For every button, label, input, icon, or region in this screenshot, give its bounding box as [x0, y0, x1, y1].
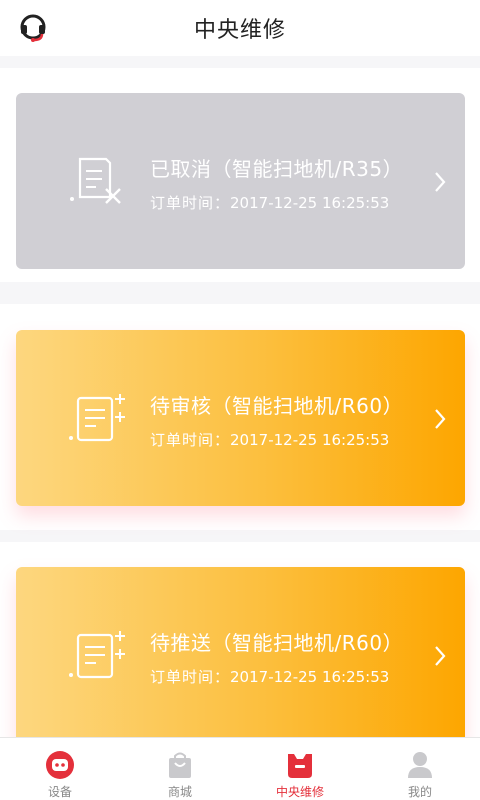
bottom-tab-bar: 设备 商城 中央维修 我的	[0, 737, 480, 800]
tab-mine[interactable]: 我的	[360, 738, 480, 800]
user-icon	[408, 752, 432, 778]
order-status: 待审核（智能扫地机/R60）	[150, 394, 404, 418]
tab-label: 我的	[407, 785, 432, 799]
app-header: 中央维修	[0, 0, 480, 56]
order-info: 已取消（智能扫地机/R35） 订单时间：2017-12-25 16:25:53	[150, 153, 403, 213]
chevron-right-icon	[435, 409, 446, 429]
shopping-bag-icon	[169, 752, 191, 778]
document-plus-icon	[69, 631, 125, 679]
document-x-icon	[70, 157, 121, 204]
tab-label: 商城	[167, 785, 192, 799]
chevron-right-icon	[435, 172, 446, 192]
order-card[interactable]: 待审核（智能扫地机/R60） 订单时间：2017-12-25 16:25:53	[16, 330, 465, 506]
order-time: 订单时间：2017-12-25 16:25:53	[150, 668, 390, 686]
repair-icon	[288, 754, 312, 778]
order-time: 订单时间：2017-12-25 16:25:53	[150, 194, 390, 212]
tab-label: 设备	[47, 785, 72, 799]
order-status: 待推送（智能扫地机/R60）	[150, 631, 404, 655]
tab-store[interactable]: 商城	[120, 738, 240, 800]
tab-central-repair[interactable]: 中央维修	[240, 738, 360, 800]
document-plus-icon	[69, 394, 125, 442]
order-card[interactable]: 待推送（智能扫地机/R60） 订单时间：2017-12-25 16:25:53	[16, 567, 465, 743]
order-info: 待审核（智能扫地机/R60） 订单时间：2017-12-25 16:25:53	[150, 390, 403, 450]
robot-icon	[46, 751, 74, 779]
tab-label: 中央维修	[275, 785, 324, 799]
headset-icon[interactable]	[18, 13, 48, 43]
chevron-right-icon	[435, 646, 446, 666]
order-card[interactable]: 已取消（智能扫地机/R35） 订单时间：2017-12-25 16:25:53	[16, 93, 465, 269]
order-time: 订单时间：2017-12-25 16:25:53	[150, 431, 390, 449]
order-info: 待推送（智能扫地机/R60） 订单时间：2017-12-25 16:25:53	[150, 627, 403, 687]
tab-device[interactable]: 设备	[0, 738, 120, 800]
order-status: 已取消（智能扫地机/R35）	[150, 157, 404, 181]
page-title: 中央维修	[193, 18, 286, 43]
